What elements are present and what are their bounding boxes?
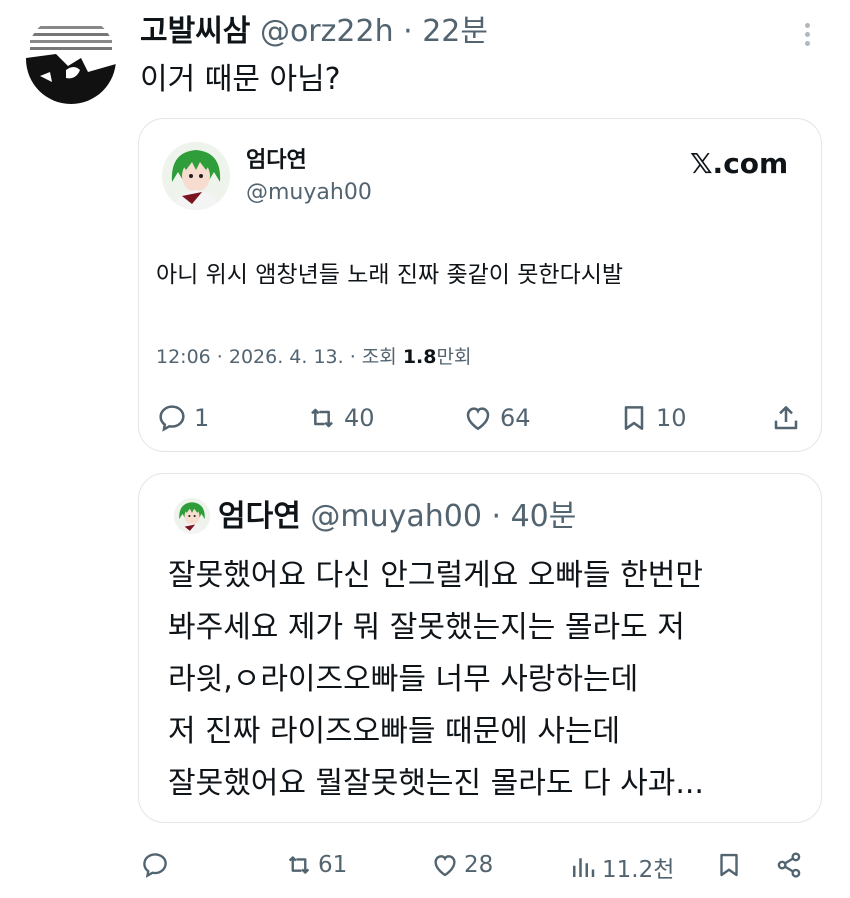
quoted-avatar[interactable] bbox=[162, 142, 230, 210]
tweet-text: 이거 때문 아님? bbox=[140, 62, 341, 97]
retweet-icon bbox=[311, 408, 333, 428]
quoted-timestamp: 12:06 · 2026. 4. 13. · 조회 bbox=[156, 346, 403, 368]
quoted-like-button[interactable]: 64 bbox=[462, 402, 531, 434]
quoted-author-handle[interactable]: @muyah00 bbox=[246, 178, 372, 208]
reply-text-line: 라읫,ㅇ라이즈오빠들 너무 사랑하는데 bbox=[168, 662, 639, 697]
quoted-author-name[interactable]: 엄다연 bbox=[246, 146, 307, 176]
reply-text-line: 저 진짜 라이즈오빠들 때문에 사는데 bbox=[168, 714, 621, 749]
bookmark-icon bbox=[720, 853, 738, 877]
retweet-button[interactable]: 61 bbox=[284, 850, 347, 880]
reply-header: 엄다연 @muyah00 · 40분 bbox=[218, 496, 576, 538]
quoted-retweet-count: 40 bbox=[344, 404, 375, 432]
like-button[interactable]: 28 bbox=[430, 850, 493, 880]
author-avatar[interactable] bbox=[26, 14, 116, 104]
tweet-header: 고발씨삼 @orz22h · 22분 bbox=[140, 12, 488, 52]
view-count: 11.2천 bbox=[602, 857, 675, 883]
quoted-view-count: 1.8 bbox=[402, 346, 437, 368]
header-separator: · bbox=[403, 14, 413, 49]
more-options-icon[interactable] bbox=[800, 20, 814, 50]
share-icon bbox=[774, 406, 798, 430]
quoted-retweet-button[interactable]: 40 bbox=[306, 402, 375, 434]
like-count: 28 bbox=[464, 852, 494, 878]
quoted-bookmark-count: 10 bbox=[656, 404, 687, 432]
retweet-count: 61 bbox=[318, 852, 348, 878]
reply-author-name[interactable]: 엄다연 bbox=[218, 499, 301, 534]
quoted-reply-count: 1 bbox=[194, 404, 210, 432]
x-com-logo[interactable]: 𝕏.com bbox=[690, 146, 788, 182]
reply-button[interactable] bbox=[140, 850, 174, 880]
tweet-time[interactable]: 22분 bbox=[422, 14, 488, 49]
bookmark-icon bbox=[624, 406, 644, 430]
reply-separator: · bbox=[491, 499, 502, 534]
reply-text-line: 잘못했어요 뭘잘못햇는진 몰라도 다 사과... bbox=[168, 766, 704, 801]
reply-avatar[interactable] bbox=[174, 498, 210, 534]
views-button[interactable]: 11.2천 bbox=[568, 850, 674, 884]
quoted-bookmark-button[interactable]: 10 bbox=[618, 402, 687, 434]
heart-icon bbox=[434, 855, 456, 877]
reply-time[interactable]: 40분 bbox=[511, 499, 577, 534]
quoted-tweet-text: 아니 위시 앰창년들 노래 진짜 좆같이 못한다시발 bbox=[156, 262, 624, 288]
quoted-share-button[interactable] bbox=[770, 402, 808, 434]
reply-icon bbox=[143, 853, 167, 878]
author-name[interactable]: 고발씨삼 bbox=[140, 14, 250, 49]
bookmark-button[interactable] bbox=[714, 850, 748, 880]
views-chart-icon bbox=[573, 858, 595, 877]
retweet-icon bbox=[288, 856, 310, 874]
quoted-meta: 12:06 · 2026. 4. 13. · 조회 1.8만회 bbox=[156, 342, 471, 372]
author-handle[interactable]: @orz22h bbox=[260, 14, 394, 49]
reply-text-line: 봐주세요 제가 뭐 잘못했는지는 몰라도 저 bbox=[168, 610, 685, 645]
reply-text-line: 잘못했어요 다신 안그럴게요 오빠들 한번만 bbox=[168, 558, 703, 593]
reply-icon bbox=[159, 405, 185, 432]
quoted-like-count: 64 bbox=[500, 404, 531, 432]
reply-author-handle[interactable]: @muyah00 bbox=[310, 499, 482, 534]
heart-icon bbox=[466, 407, 490, 431]
share-nodes-icon bbox=[777, 852, 801, 878]
quoted-view-unit: 만회 bbox=[436, 346, 472, 368]
share-button[interactable] bbox=[774, 850, 808, 880]
quoted-reply-button[interactable]: 1 bbox=[156, 402, 209, 434]
